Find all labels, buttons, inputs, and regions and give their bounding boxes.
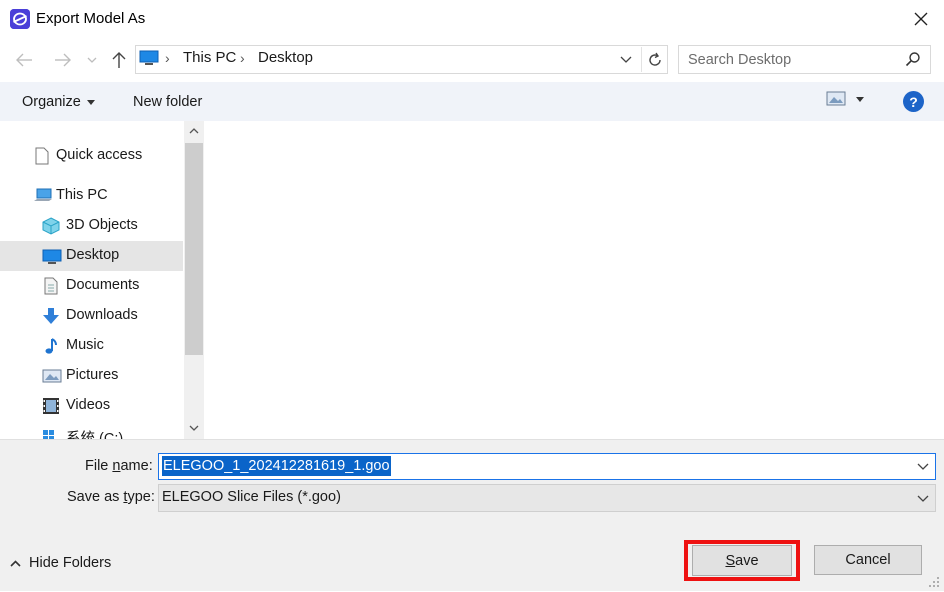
- quick-access-icon: [33, 147, 51, 165]
- nav-label: Documents: [66, 277, 140, 293]
- scrollbar-thumb[interactable]: [185, 143, 203, 355]
- forward-arrow-icon: [55, 53, 71, 67]
- chevron-down-icon: [189, 425, 199, 431]
- window-title: Export Model As: [36, 10, 146, 27]
- nav-label: Pictures: [66, 367, 119, 383]
- file-name-label: File name:: [85, 458, 153, 474]
- close-button[interactable]: [904, 6, 938, 32]
- breadcrumb-separator[interactable]: ›: [240, 50, 245, 66]
- search-input[interactable]: [688, 50, 898, 70]
- nav-label: Videos: [66, 397, 111, 413]
- new-folder-button[interactable]: New folder: [127, 90, 208, 114]
- resize-grip-icon[interactable]: [928, 576, 940, 592]
- music-icon: [42, 337, 60, 355]
- nav-label: Downloads: [66, 307, 138, 323]
- nav-item-music[interactable]: Music: [0, 331, 183, 361]
- chevron-down-icon: [917, 463, 929, 470]
- nav-label: Desktop: [66, 247, 120, 263]
- nav-item-3d-objects[interactable]: 3D Objects: [0, 211, 183, 241]
- chevron-up-icon: [189, 128, 199, 134]
- navigation-pane: Quick access This PC 3D Objects Desktop …: [0, 121, 204, 439]
- pictures-icon: [42, 367, 62, 385]
- documents-icon: [42, 277, 60, 295]
- chevron-down-icon: [87, 57, 97, 63]
- save-as-type-label: Save as type:: [67, 489, 155, 505]
- nav-label: 系统 (C:): [66, 431, 124, 439]
- nav-label: Music: [66, 337, 104, 353]
- save-as-type-value: ELEGOO Slice Files (*.goo): [162, 489, 341, 505]
- nav-item-downloads[interactable]: Downloads: [0, 301, 183, 331]
- drive-icon: [42, 427, 60, 439]
- nav-item-documents[interactable]: Documents: [0, 271, 183, 301]
- nav-label: 3D Objects: [66, 217, 138, 233]
- 3d-objects-icon: [42, 217, 60, 235]
- forward-button[interactable]: [52, 49, 74, 71]
- monitor-icon: [139, 50, 159, 70]
- chevron-up-icon: [10, 559, 21, 567]
- file-name-dropdown-button[interactable]: [917, 459, 929, 475]
- file-list-area[interactable]: [204, 121, 944, 439]
- organize-menu-button[interactable]: Organize: [16, 90, 101, 114]
- refresh-icon: [648, 52, 661, 66]
- back-arrow-icon: [16, 53, 32, 67]
- hide-folders-label: Hide Folders: [29, 555, 112, 571]
- save-as-type-dropdown-button[interactable]: [917, 491, 929, 507]
- hide-folders-button[interactable]: Hide Folders: [10, 555, 111, 571]
- downloads-icon: [42, 307, 60, 325]
- search-icon[interactable]: [905, 51, 921, 71]
- nav-item-desktop[interactable]: Desktop: [0, 241, 183, 271]
- organize-label: Organize: [22, 94, 81, 110]
- scroll-up-button[interactable]: [184, 121, 204, 141]
- save-button[interactable]: Save: [692, 545, 792, 576]
- desktop-icon: [42, 247, 62, 265]
- computer-icon: [33, 187, 52, 205]
- recent-locations-button[interactable]: [84, 49, 100, 71]
- nav-label: Quick access: [56, 147, 143, 163]
- breadcrumb-desktop[interactable]: Desktop: [258, 49, 313, 66]
- nav-item-drive-c[interactable]: 系统 (C:): [0, 421, 183, 439]
- refresh-button[interactable]: [641, 47, 667, 72]
- app-logo-icon: [10, 9, 30, 29]
- nav-item-this-pc[interactable]: This PC: [0, 181, 183, 211]
- help-button[interactable]: ?: [903, 91, 924, 112]
- up-arrow-icon: [112, 52, 126, 68]
- nav-label: This PC: [56, 187, 108, 203]
- back-button[interactable]: [13, 49, 35, 71]
- cancel-button[interactable]: Cancel: [814, 545, 922, 575]
- caret-down-icon: [856, 96, 864, 102]
- chevron-down-icon: [620, 56, 632, 63]
- nav-item-videos[interactable]: Videos: [0, 391, 183, 421]
- breadcrumb-this-pc[interactable]: This PC: [183, 49, 236, 66]
- scroll-down-button[interactable]: [184, 418, 204, 438]
- breadcrumb-separator[interactable]: ›: [165, 50, 170, 66]
- close-icon: [914, 12, 928, 26]
- nav-item-quick-access[interactable]: Quick access: [0, 141, 183, 171]
- caret-down-icon: [86, 99, 95, 105]
- nav-item-pictures[interactable]: Pictures: [0, 361, 183, 391]
- up-button[interactable]: [108, 49, 130, 71]
- change-view-button[interactable]: [826, 91, 864, 107]
- address-dropdown-button[interactable]: [620, 52, 632, 68]
- videos-icon: [42, 397, 60, 415]
- file-name-input[interactable]: ELEGOO_1_202412281619_1.goo: [162, 456, 391, 476]
- new-folder-label: New folder: [133, 94, 203, 110]
- view-options-icon: [826, 91, 846, 106]
- chevron-down-icon: [917, 495, 929, 502]
